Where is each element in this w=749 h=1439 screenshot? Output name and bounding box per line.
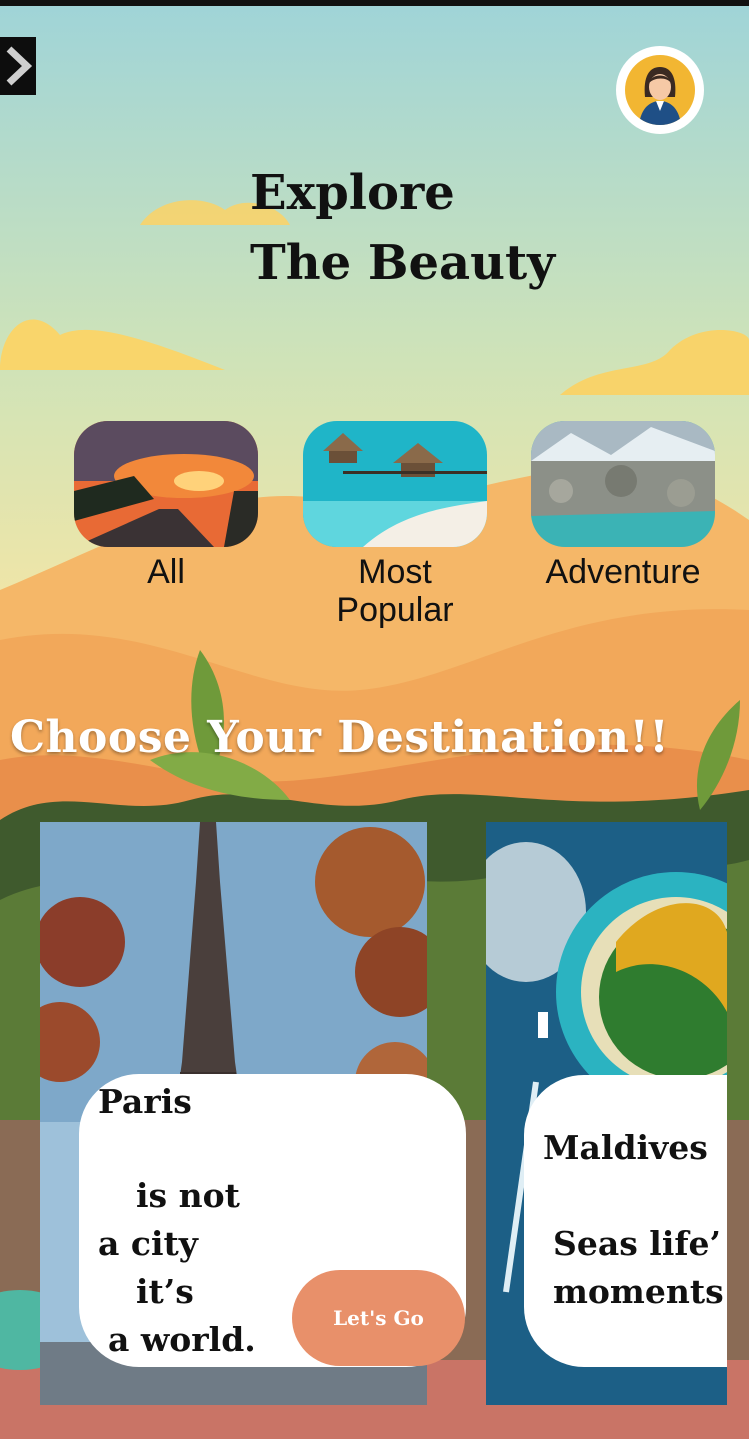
title-line-2: The Beauty [250,235,556,291]
maldives-title: Maldives [543,1128,708,1167]
paris-line-3: it’s [136,1272,194,1311]
chevron-right-icon [6,46,33,86]
category-adventure-image [531,421,715,547]
paris-title: Paris [98,1082,192,1121]
category-most-popular[interactable]: Most Popular [302,421,488,629]
category-adventure-label: Adventure [545,553,701,591]
paris-line-4: a world. [108,1320,256,1359]
category-all-image [74,421,258,547]
category-all-label: All [147,553,185,591]
category-most-popular-label: Most Popular [336,553,454,629]
user-icon [625,55,695,125]
paris-line-1: is not [136,1176,240,1215]
status-bar [0,0,749,6]
section-heading: Choose Your Destination!! [10,712,670,763]
maldives-line-2: moments [553,1272,724,1311]
lets-go-button[interactable]: Let's Go [292,1270,465,1366]
page-title: Explore The Beauty [250,158,555,298]
paris-line-2: a city [98,1224,198,1263]
maldives-line-1: Seas life’ [553,1224,722,1263]
category-all[interactable]: All [73,421,259,591]
title-line-1: Explore [250,165,455,221]
category-adventure[interactable]: Adventure [530,421,716,591]
profile-avatar[interactable] [616,46,704,134]
back-button[interactable] [0,37,36,95]
category-most-popular-image [303,421,487,547]
